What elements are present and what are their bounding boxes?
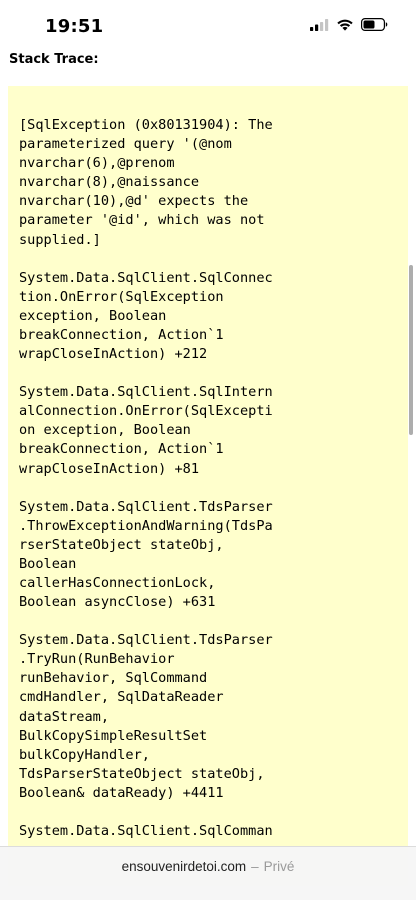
trace-line: System.Data.SqlClient.TdsParser: [19, 498, 273, 515]
trace-line: TdsParserStateObject stateObj,: [19, 765, 265, 782]
trace-line: exception, Boolean: [19, 307, 167, 324]
trace-line: System.Data.SqlClient.SqlComman: [19, 823, 273, 839]
url-domain[interactable]: ensouvenirdetoi.com: [122, 859, 247, 874]
signal-icon: [310, 18, 329, 31]
stack-trace-box: [SqlException (0x80131904): The parameter…: [8, 86, 408, 886]
trace-line: wrapCloseInAction) +81: [19, 460, 200, 477]
stack-frame: System.Data.SqlClient.SqlComman: [19, 822, 404, 841]
trace-line: Boolean asyncClose) +631: [19, 594, 216, 611]
trace-line: wrapCloseInAction) +212: [19, 346, 208, 363]
battery-icon: [361, 18, 388, 31]
status-bar: 19:51: [0, 0, 416, 48]
trace-line: cmdHandler, SqlDataReader: [19, 689, 224, 706]
trace-line: supplied.]: [19, 231, 101, 248]
stack-frame: [SqlException (0x80131904): The parameter…: [19, 116, 404, 250]
trace-line: .ThrowExceptionAndWarning(TdsPa: [19, 517, 273, 534]
trace-line: tion.OnError(SqlException: [19, 288, 224, 305]
stack-frame: System.Data.SqlClient.TdsParser .ThrowExc…: [19, 498, 404, 613]
stack-frame: System.Data.SqlClient.SqlConnec tion.OnEr…: [19, 269, 404, 364]
trace-line: System.Data.SqlClient.TdsParser: [19, 632, 273, 649]
trace-line: dataStream,: [19, 708, 110, 725]
trace-line: parameter '@id', which was not: [19, 212, 265, 229]
trace-line: .TryRun(RunBehavior: [19, 651, 175, 668]
trace-line: rserStateObject stateObj,: [19, 536, 224, 553]
trace-line: bulkCopyHandler,: [19, 746, 150, 763]
stack-frame: System.Data.SqlClient.TdsParser .TryRun(R…: [19, 631, 404, 803]
trace-line: nvarchar(6),@prenom: [19, 155, 175, 172]
trace-line: BulkCopySimpleResultSet: [19, 727, 208, 744]
status-icons: [310, 18, 388, 31]
wifi-icon: [337, 19, 353, 31]
stack-frame: System.Data.SqlClient.SqlIntern alConnect…: [19, 383, 404, 478]
url-bar[interactable]: ensouvenirdetoi.com – Privé: [0, 846, 416, 900]
stack-trace-text: [SqlException (0x80131904): The parameter…: [19, 116, 404, 860]
trace-line: breakConnection, Action`1: [19, 441, 224, 458]
trace-line: callerHasConnectionLock,: [19, 574, 216, 591]
status-time: 19:51: [45, 16, 104, 37]
trace-line: nvarchar(10),@d' expects the: [19, 193, 249, 210]
trace-line: [SqlException (0x80131904): The: [19, 117, 273, 133]
trace-line: Boolean: [19, 555, 77, 572]
stack-trace-heading: Stack Trace:: [9, 52, 99, 67]
trace-line: alConnection.OnError(SqlExcepti: [19, 403, 273, 420]
trace-line: runBehavior, SqlCommand: [19, 670, 208, 687]
trace-line: parameterized query '(@nom: [19, 136, 232, 153]
trace-line: on exception, Boolean: [19, 422, 191, 439]
trace-line: nvarchar(8),@naissance: [19, 174, 200, 191]
trace-line: System.Data.SqlClient.SqlIntern: [19, 384, 273, 401]
scroll-indicator[interactable]: [409, 265, 413, 435]
private-mode-label: Privé: [263, 859, 295, 874]
trace-line: Boolean& dataReady) +4411: [19, 784, 224, 801]
trace-line: breakConnection, Action`1: [19, 326, 224, 343]
browser-screen: 19:51 Stack Trace: [SqlException (0x8013…: [0, 0, 416, 900]
url-separator: –: [251, 859, 259, 874]
trace-line: System.Data.SqlClient.SqlConnec: [19, 269, 273, 286]
